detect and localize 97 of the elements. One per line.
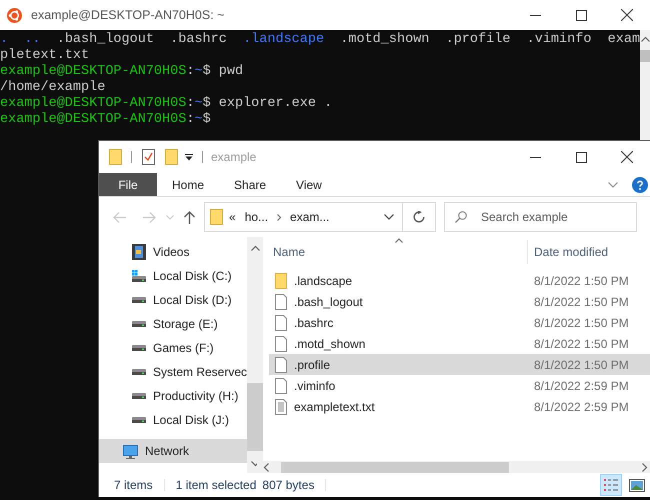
help-icon[interactable] xyxy=(632,176,648,192)
file-row[interactable]: exampletext.txt 8/1/2022 2:59 PM xyxy=(269,396,650,417)
sort-up-icon xyxy=(395,238,403,243)
file-icon xyxy=(275,336,287,352)
breadcrumb-overflow[interactable]: « xyxy=(229,208,236,226)
scrollbar-thumb[interactable] xyxy=(247,383,264,451)
terminal-line: example@DESKTOP-AN70H0S:~$ xyxy=(0,112,211,128)
status-size: 807 bytes xyxy=(262,477,314,494)
details-view-icon xyxy=(603,478,619,492)
scrollbar[interactable] xyxy=(640,30,650,140)
address-bar[interactable]: « ho... exam... xyxy=(204,202,436,232)
film-icon xyxy=(132,244,146,260)
scroll-up-icon[interactable] xyxy=(640,36,650,42)
date-modified: 8/1/2022 2:59 PM xyxy=(534,378,629,394)
terminal-line: example@DESKTOP-AN70H0S:~$ pwd xyxy=(0,64,244,80)
file-name: exampletext.txt xyxy=(294,398,376,416)
nav-item[interactable]: Local Disk (C:) xyxy=(99,264,248,288)
maximize-icon xyxy=(576,10,586,20)
drive-icon xyxy=(132,345,146,351)
ubuntu-logo-icon xyxy=(7,8,22,22)
terminal-line: /home/example xyxy=(0,80,106,96)
file-name: .viminfo xyxy=(294,378,336,394)
scroll-up-icon[interactable] xyxy=(250,245,260,251)
date-modified: 8/1/2022 2:59 PM xyxy=(534,398,629,416)
drive-icon xyxy=(132,393,146,399)
file-icon xyxy=(275,294,287,310)
file-icon xyxy=(275,378,287,394)
expand-ribbon-icon[interactable] xyxy=(608,182,618,188)
details-view-button[interactable] xyxy=(600,474,622,496)
file-name: .motd_shown xyxy=(294,336,366,352)
file-name: .profile xyxy=(294,356,332,374)
up-arrow-icon[interactable] xyxy=(184,210,195,224)
search-icon xyxy=(455,211,467,223)
chevron-down-icon[interactable] xyxy=(384,214,394,220)
date-modified: 8/1/2022 1:50 PM xyxy=(534,272,629,290)
folder-icon xyxy=(275,272,287,288)
drive-icon xyxy=(132,369,146,375)
drive-icon xyxy=(132,417,146,423)
column-header[interactable]: Date modified xyxy=(534,243,608,264)
ribbon-tab[interactable]: View xyxy=(281,173,337,196)
scroll-right-icon[interactable] xyxy=(642,462,648,472)
file-name: .bash_logout xyxy=(294,294,364,310)
drive-icon xyxy=(132,297,146,303)
nav-item[interactable]: Storage (E:) xyxy=(99,312,248,336)
date-modified: 8/1/2022 1:50 PM xyxy=(534,336,629,352)
date-modified: 8/1/2022 1:50 PM xyxy=(534,294,629,310)
chevron-right-icon[interactable] xyxy=(277,214,282,220)
date-modified: 8/1/2022 1:50 PM xyxy=(534,356,629,374)
ribbon-tab[interactable]: Home xyxy=(157,173,220,196)
date-modified: 8/1/2022 1:50 PM xyxy=(534,314,629,332)
file-row[interactable]: .landscape 8/1/2022 1:50 PM xyxy=(269,270,650,291)
close-icon xyxy=(621,151,633,163)
terminal-line: example@DESKTOP-AN70H0S:~$ explorer.exe . xyxy=(0,96,332,112)
nav-item[interactable]: System Reservec xyxy=(99,360,248,384)
network-icon xyxy=(123,444,139,458)
folder-icon xyxy=(210,209,223,225)
nav-item[interactable]: Videos xyxy=(99,240,248,264)
file-row[interactable]: .bashrc 8/1/2022 1:50 PM xyxy=(269,312,650,333)
system-drive-icon xyxy=(132,270,146,282)
drive-icon xyxy=(132,321,146,327)
file-name: .bashrc xyxy=(294,314,334,332)
scrollbar-thumb[interactable] xyxy=(281,462,509,472)
nav-item[interactable]: Local Disk (J:) xyxy=(99,408,248,432)
terminal-line: . .. .bash_logout .bashrc .landscape .motd_shown .profile .viminfo exam xyxy=(0,32,640,48)
breadcrumb-segment[interactable]: ho... xyxy=(244,208,268,226)
nav-item[interactable]: Network xyxy=(99,439,248,463)
close-icon xyxy=(621,9,633,21)
ribbon-tab[interactable]: Share xyxy=(219,173,282,196)
properties-icon[interactable] xyxy=(142,149,155,165)
window-title: example@DESKTOP-AN70H0S: ~ xyxy=(31,6,224,24)
file-icon xyxy=(275,314,287,330)
file-icon xyxy=(275,356,287,372)
window-title: example xyxy=(211,149,256,166)
dropdown-icon[interactable] xyxy=(185,154,193,160)
scrollbar[interactable] xyxy=(257,461,650,473)
text-file-icon xyxy=(275,398,287,414)
file-menu-tab[interactable]: File xyxy=(99,173,157,196)
nav-item[interactable]: Games (F:) xyxy=(99,336,248,360)
breadcrumb-segment[interactable]: exam... xyxy=(290,208,330,226)
nav-item[interactable]: Local Disk (D:) xyxy=(99,288,248,312)
file-row[interactable]: .viminfo 8/1/2022 2:59 PM xyxy=(269,375,650,396)
file-name: .landscape xyxy=(294,272,354,290)
refresh-icon xyxy=(413,211,425,223)
nav-item[interactable]: Productivity (H:) xyxy=(99,384,248,408)
scrollbar-thumb[interactable] xyxy=(640,50,650,62)
file-row[interactable]: .bash_logout 8/1/2022 1:50 PM xyxy=(269,291,650,312)
search-field[interactable]: Search example xyxy=(444,202,637,232)
scrollbar[interactable] xyxy=(247,237,264,473)
scroll-left-icon[interactable] xyxy=(263,462,269,472)
column-header[interactable]: Name xyxy=(273,243,527,264)
maximize-icon xyxy=(576,152,586,162)
status-selection: 1 item selected xyxy=(176,477,256,494)
picture-icon xyxy=(629,478,645,492)
status-item-count: 7 items xyxy=(114,477,153,494)
file-row[interactable]: .profile 8/1/2022 1:50 PM xyxy=(269,354,650,375)
file-row[interactable]: .motd_shown 8/1/2022 1:50 PM xyxy=(269,333,650,354)
terminal-line: pletext.txt xyxy=(0,48,90,64)
